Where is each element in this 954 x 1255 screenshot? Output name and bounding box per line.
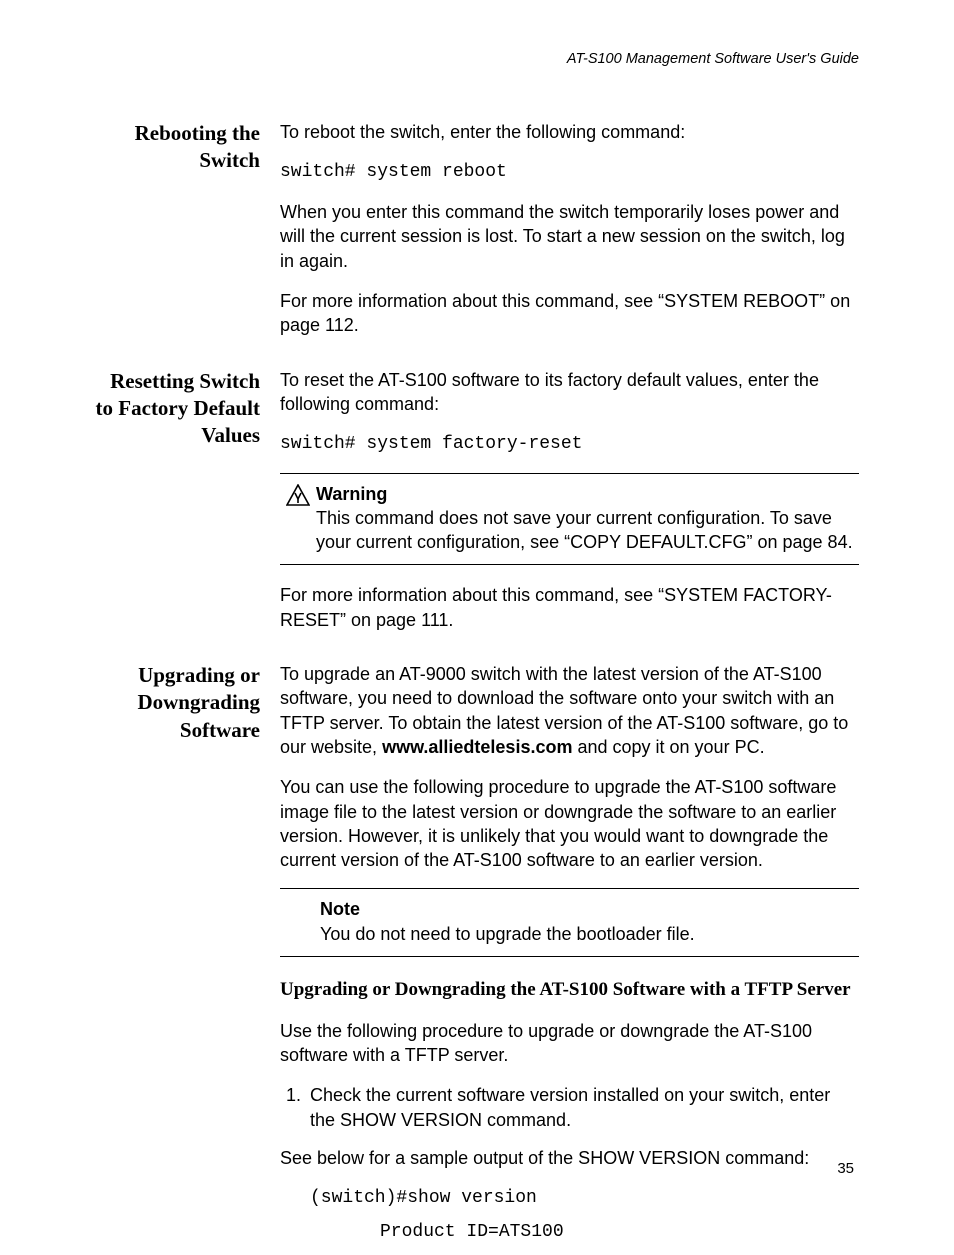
text-upgrade-intro: To upgrade an AT-9000 switch with the la…	[280, 662, 859, 759]
warning-text: This command does not save your current …	[316, 506, 859, 555]
note-text: You do not need to upgrade the bootloade…	[320, 922, 859, 946]
warning-icon	[280, 482, 316, 506]
code-show-version-output: Product ID=ATS100	[380, 1220, 859, 1244]
text-reboot-intro: To reboot the switch, enter the followin…	[280, 120, 859, 144]
subheading-tftp: Upgrading or Downgrading the AT-S100 Sof…	[280, 977, 859, 1003]
page-number: 35	[837, 1159, 854, 1179]
text-website-url: www.alliedtelesis.com	[382, 737, 572, 757]
note-label: Note	[320, 897, 859, 921]
text-tftp-intro: Use the following procedure to upgrade o…	[280, 1019, 859, 1068]
section-upgrading: Upgrading or Downgrading Software To upg…	[95, 662, 859, 1255]
warning-callout: Warning This command does not save your …	[280, 473, 859, 566]
text-reset-xref: For more information about this command,…	[280, 583, 859, 632]
text-reboot-xref: For more information about this command,…	[280, 289, 859, 338]
note-callout: Note You do not need to upgrade the boot…	[280, 888, 859, 957]
heading-rebooting: Rebooting the Switch	[95, 120, 260, 175]
section-resetting: Resetting Switch to Factory Default Valu…	[95, 368, 859, 648]
text-reset-intro: To reset the AT-S100 software to its fac…	[280, 368, 859, 417]
heading-upgrading: Upgrading or Downgrading Software	[95, 662, 260, 744]
text-reboot-note: When you enter this command the switch t…	[280, 200, 859, 273]
running-header: AT-S100 Management Software User's Guide	[95, 50, 859, 70]
code-show-version: (switch)#show version	[310, 1186, 859, 1210]
code-reset-command: switch# system factory-reset	[280, 432, 859, 456]
step-1-text: Check the current software version insta…	[310, 1085, 830, 1129]
warning-label: Warning	[316, 482, 859, 506]
code-reboot-command: switch# system reboot	[280, 160, 859, 184]
heading-resetting: Resetting Switch to Factory Default Valu…	[95, 368, 260, 450]
section-rebooting: Rebooting the Switch To reboot the switc…	[95, 120, 859, 354]
procedure-list: Check the current software version insta…	[280, 1083, 859, 1132]
step-1: Check the current software version insta…	[306, 1083, 859, 1132]
text-upgrade-usage: You can use the following procedure to u…	[280, 775, 859, 872]
text-upgrade-intro-b: and copy it on your PC.	[572, 737, 764, 757]
step-1-extra: See below for a sample output of the SHO…	[280, 1146, 859, 1170]
